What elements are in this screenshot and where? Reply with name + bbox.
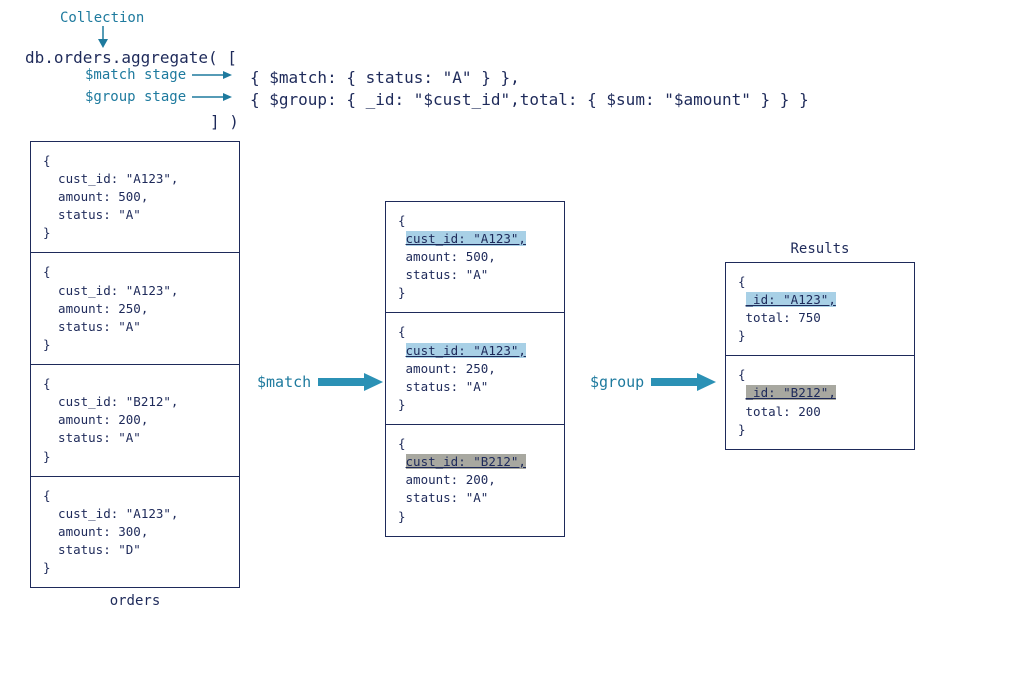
group-flow-label: $group <box>590 373 644 391</box>
matched-doc: { cust_id: "B212", amount: 200, status: … <box>385 425 565 537</box>
orders-doc: { cust_id: "A123", amount: 500, status: … <box>30 141 240 254</box>
arrow-right-thick-icon <box>318 371 383 393</box>
results-column: Results { _id: "A123", total: 750 }{ _id… <box>725 241 915 450</box>
code-line-close: ] ) <box>210 112 996 131</box>
collection-annotation: Collection <box>60 10 996 26</box>
group-stage-label: $group stage <box>85 89 186 105</box>
results-label: Results <box>725 241 915 257</box>
orders-label: orders <box>30 593 240 609</box>
results-doc: { _id: "A123", total: 750 } <box>725 262 915 357</box>
matched-column: { cust_id: "A123", amount: 500, status: … <box>385 201 565 537</box>
orders-doc: { cust_id: "B212", amount: 200, status: … <box>30 365 240 477</box>
matched-doc: { cust_id: "A123", amount: 250, status: … <box>385 313 565 425</box>
matched-doc: { cust_id: "A123", amount: 500, status: … <box>385 201 565 314</box>
code-line-open: db.orders.aggregate( [ <box>25 48 996 67</box>
orders-column: { cust_id: "A123", amount: 500, status: … <box>30 141 240 610</box>
code-line-match: { $match: { status: "A" } }, <box>250 67 996 89</box>
code-line-group: { $group: { _id: "$cust_id",total: { $su… <box>250 89 996 111</box>
orders-doc: { cust_id: "A123", amount: 300, status: … <box>30 477 240 589</box>
match-stage-label: $match stage <box>85 67 186 83</box>
group-flow-arrow: $group <box>590 371 716 393</box>
arrow-down-icon <box>95 26 996 48</box>
match-stage-annotation: $match stage <box>85 67 232 83</box>
arrow-right-icon <box>192 92 232 102</box>
arrow-right-icon <box>192 70 232 80</box>
orders-doc: { cust_id: "A123", amount: 250, status: … <box>30 253 240 365</box>
match-flow-arrow: $match <box>257 371 383 393</box>
match-flow-label: $match <box>257 373 311 391</box>
group-stage-annotation: $group stage <box>85 89 232 105</box>
results-doc: { _id: "B212", total: 200 } <box>725 356 915 450</box>
arrow-right-thick-icon <box>651 371 716 393</box>
